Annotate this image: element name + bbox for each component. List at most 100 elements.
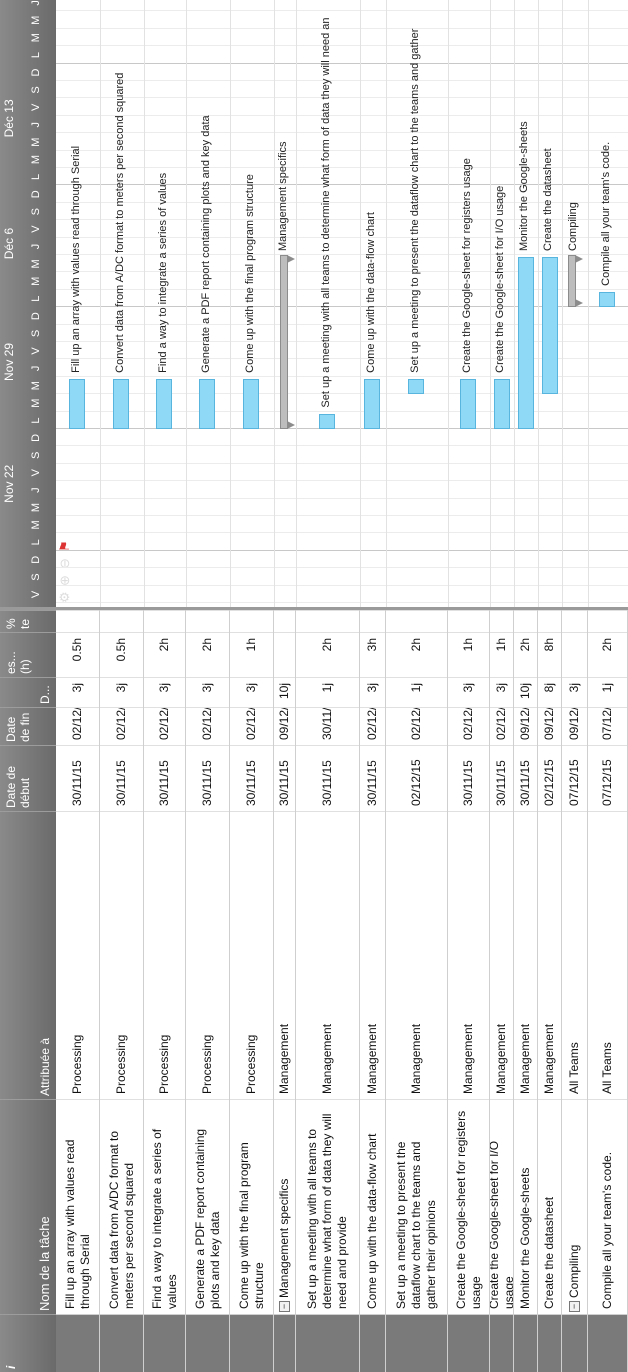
cell-assigned[interactable]: Management	[296, 811, 359, 1099]
cell-name[interactable]: − Compiling	[562, 1099, 587, 1314]
task-bar[interactable]	[243, 378, 259, 429]
task-row[interactable]: Set up a meeting to present the dataflow…	[386, 610, 448, 1372]
task-bar[interactable]	[364, 378, 380, 429]
column-header-percent[interactable]: % te	[0, 610, 56, 632]
day-label: S	[30, 208, 42, 216]
column-header-task-name[interactable]: Nom de la tâche	[0, 1099, 56, 1314]
cell-assigned[interactable]: Management	[538, 811, 561, 1099]
day-label: L	[30, 539, 42, 546]
cell-assigned[interactable]: Processing	[56, 811, 99, 1099]
cell-text: Create the Google-sheet for registers us…	[453, 1110, 483, 1309]
cell-end: 09/12/15	[562, 707, 587, 745]
info-column-header[interactable]: i	[0, 1314, 56, 1372]
row-info-cell	[360, 1314, 385, 1372]
task-row[interactable]: Convert data from A/DC format to meters …	[100, 610, 144, 1372]
cell-name[interactable]: − Management specifics	[274, 1099, 295, 1314]
collapse-toggle-icon[interactable]: −	[569, 1301, 580, 1312]
column-header-start-date[interactable]: Date de début	[0, 745, 56, 811]
column-header-assigned[interactable]: Attribuée à	[0, 811, 56, 1099]
cell-pct	[538, 610, 561, 632]
column-header-end-date[interactable]: Date de fin	[0, 707, 56, 745]
task-bar[interactable]	[69, 378, 85, 429]
cell-pct	[448, 610, 489, 632]
task-row[interactable]: − Management specifics Management 30/11/15 0…	[274, 610, 296, 1372]
task-bar[interactable]	[408, 378, 424, 395]
cell-assigned[interactable]: Management	[386, 811, 447, 1099]
cell-assigned[interactable]: Management	[448, 811, 489, 1099]
cell-assigned[interactable]: Processing	[100, 811, 143, 1099]
task-bar[interactable]	[542, 257, 558, 395]
cell-text: 02/12/15	[494, 707, 508, 740]
column-header-estimate[interactable]: es... (h)	[0, 632, 56, 677]
day-label: D	[30, 190, 42, 199]
cell-assigned[interactable]: Management	[490, 811, 513, 1099]
cell-assigned[interactable]: All Teams	[562, 811, 587, 1099]
task-row[interactable]: Set up a meeting with all teams to deter…	[296, 610, 360, 1372]
task-bar[interactable]	[599, 291, 615, 308]
cell-assigned[interactable]: Processing	[144, 811, 185, 1099]
column-header-duration[interactable]: D...	[0, 677, 56, 707]
cell-end: 02/12/15	[490, 707, 513, 745]
task-row[interactable]: Create the datasheet Management 02/12/15 09…	[538, 610, 562, 1372]
task-bar[interactable]	[460, 378, 476, 429]
cell-est: 2h	[144, 632, 185, 677]
task-row[interactable]: Fill up an array with values read throug…	[56, 610, 100, 1372]
task-row[interactable]: Generate a PDF report containing plots a…	[186, 610, 230, 1372]
task-row[interactable]: Compile all your team's code. All Teams 07…	[588, 610, 628, 1372]
cell-est: 3h	[360, 632, 385, 677]
cell-start: 30/11/15	[56, 745, 99, 811]
cell-text: 30/11/15	[320, 707, 334, 740]
cell-end: 02/12/15	[186, 707, 229, 745]
cell-name[interactable]: Fill up an array with values read throug…	[56, 1099, 99, 1314]
cell-name[interactable]: Set up a meeting to present the dataflow…	[386, 1099, 447, 1314]
info-icon: i	[4, 1365, 18, 1369]
cell-name[interactable]: Create the Google-sheet for I/O usage	[490, 1099, 513, 1314]
cell-name[interactable]: Create the datasheet	[538, 1099, 561, 1314]
cell-assigned[interactable]: Management	[360, 811, 385, 1099]
cell-text: 02/12/15	[157, 707, 171, 740]
task-row[interactable]: Come up with the final program structure…	[230, 610, 274, 1372]
collapse-toggle-icon[interactable]: −	[279, 1301, 290, 1312]
summary-bar[interactable]	[568, 255, 576, 308]
task-row[interactable]: Create the Google-sheet for I/O usage Man…	[490, 610, 514, 1372]
cell-text: 0.5h	[70, 638, 84, 662]
bar-label: Create the Google-sheet for registers us…	[461, 158, 473, 373]
task-row[interactable]: Monitor the Google-sheets Management 30/11…	[514, 610, 538, 1372]
task-row[interactable]: Create the Google-sheet for registers us…	[448, 610, 490, 1372]
cell-name[interactable]: Monitor the Google-sheets	[514, 1099, 537, 1314]
task-row[interactable]: Find a way to integrate a series of valu…	[144, 610, 186, 1372]
cell-assigned[interactable]: Processing	[230, 811, 273, 1099]
cell-assigned[interactable]: Management	[274, 811, 295, 1099]
day-label: S	[30, 573, 42, 581]
cell-assigned[interactable]: All Teams	[588, 811, 627, 1099]
cell-text: 30/11/15	[518, 760, 532, 806]
summary-bar[interactable]	[280, 255, 288, 429]
cell-name[interactable]: Generate a PDF report containing plots a…	[186, 1099, 229, 1314]
task-bar[interactable]	[113, 378, 129, 429]
task-bar[interactable]	[319, 413, 335, 429]
cell-name[interactable]: Come up with the final program structure	[230, 1099, 273, 1314]
cell-pct	[56, 610, 99, 632]
cell-dur: 3j	[448, 677, 489, 707]
cell-name[interactable]: Convert data from A/DC format to meters …	[100, 1099, 143, 1314]
cell-name[interactable]: Find a way to integrate a series of valu…	[144, 1099, 185, 1314]
task-bar[interactable]	[518, 257, 534, 429]
cell-name[interactable]: Compile all your team's code.	[588, 1099, 627, 1314]
task-bar[interactable]	[494, 378, 510, 429]
cell-text: 3h	[365, 638, 379, 652]
day-label: J	[30, 243, 42, 250]
task-row[interactable]: − Compiling All Teams 07/12/15 09/12/15 3j	[562, 610, 588, 1372]
task-bar[interactable]	[199, 378, 215, 429]
day-label: S	[30, 329, 42, 338]
cell-name[interactable]: Come up with the data-flow chart	[360, 1099, 385, 1314]
task-bar[interactable]	[156, 378, 172, 429]
cell-assigned[interactable]: Processing	[186, 811, 229, 1099]
cell-assigned[interactable]: Management	[514, 811, 537, 1099]
cell-text: 30/11/15	[244, 760, 258, 806]
cell-dur: 1j	[386, 677, 447, 707]
task-row[interactable]: Come up with the data-flow chart Manageme…	[360, 610, 386, 1372]
cell-name[interactable]: Create the Google-sheet for registers us…	[448, 1099, 489, 1314]
cell-start: 30/11/15	[144, 745, 185, 811]
cell-text: Processing	[157, 1034, 171, 1094]
cell-name[interactable]: Set up a meeting with all teams to deter…	[296, 1099, 359, 1314]
